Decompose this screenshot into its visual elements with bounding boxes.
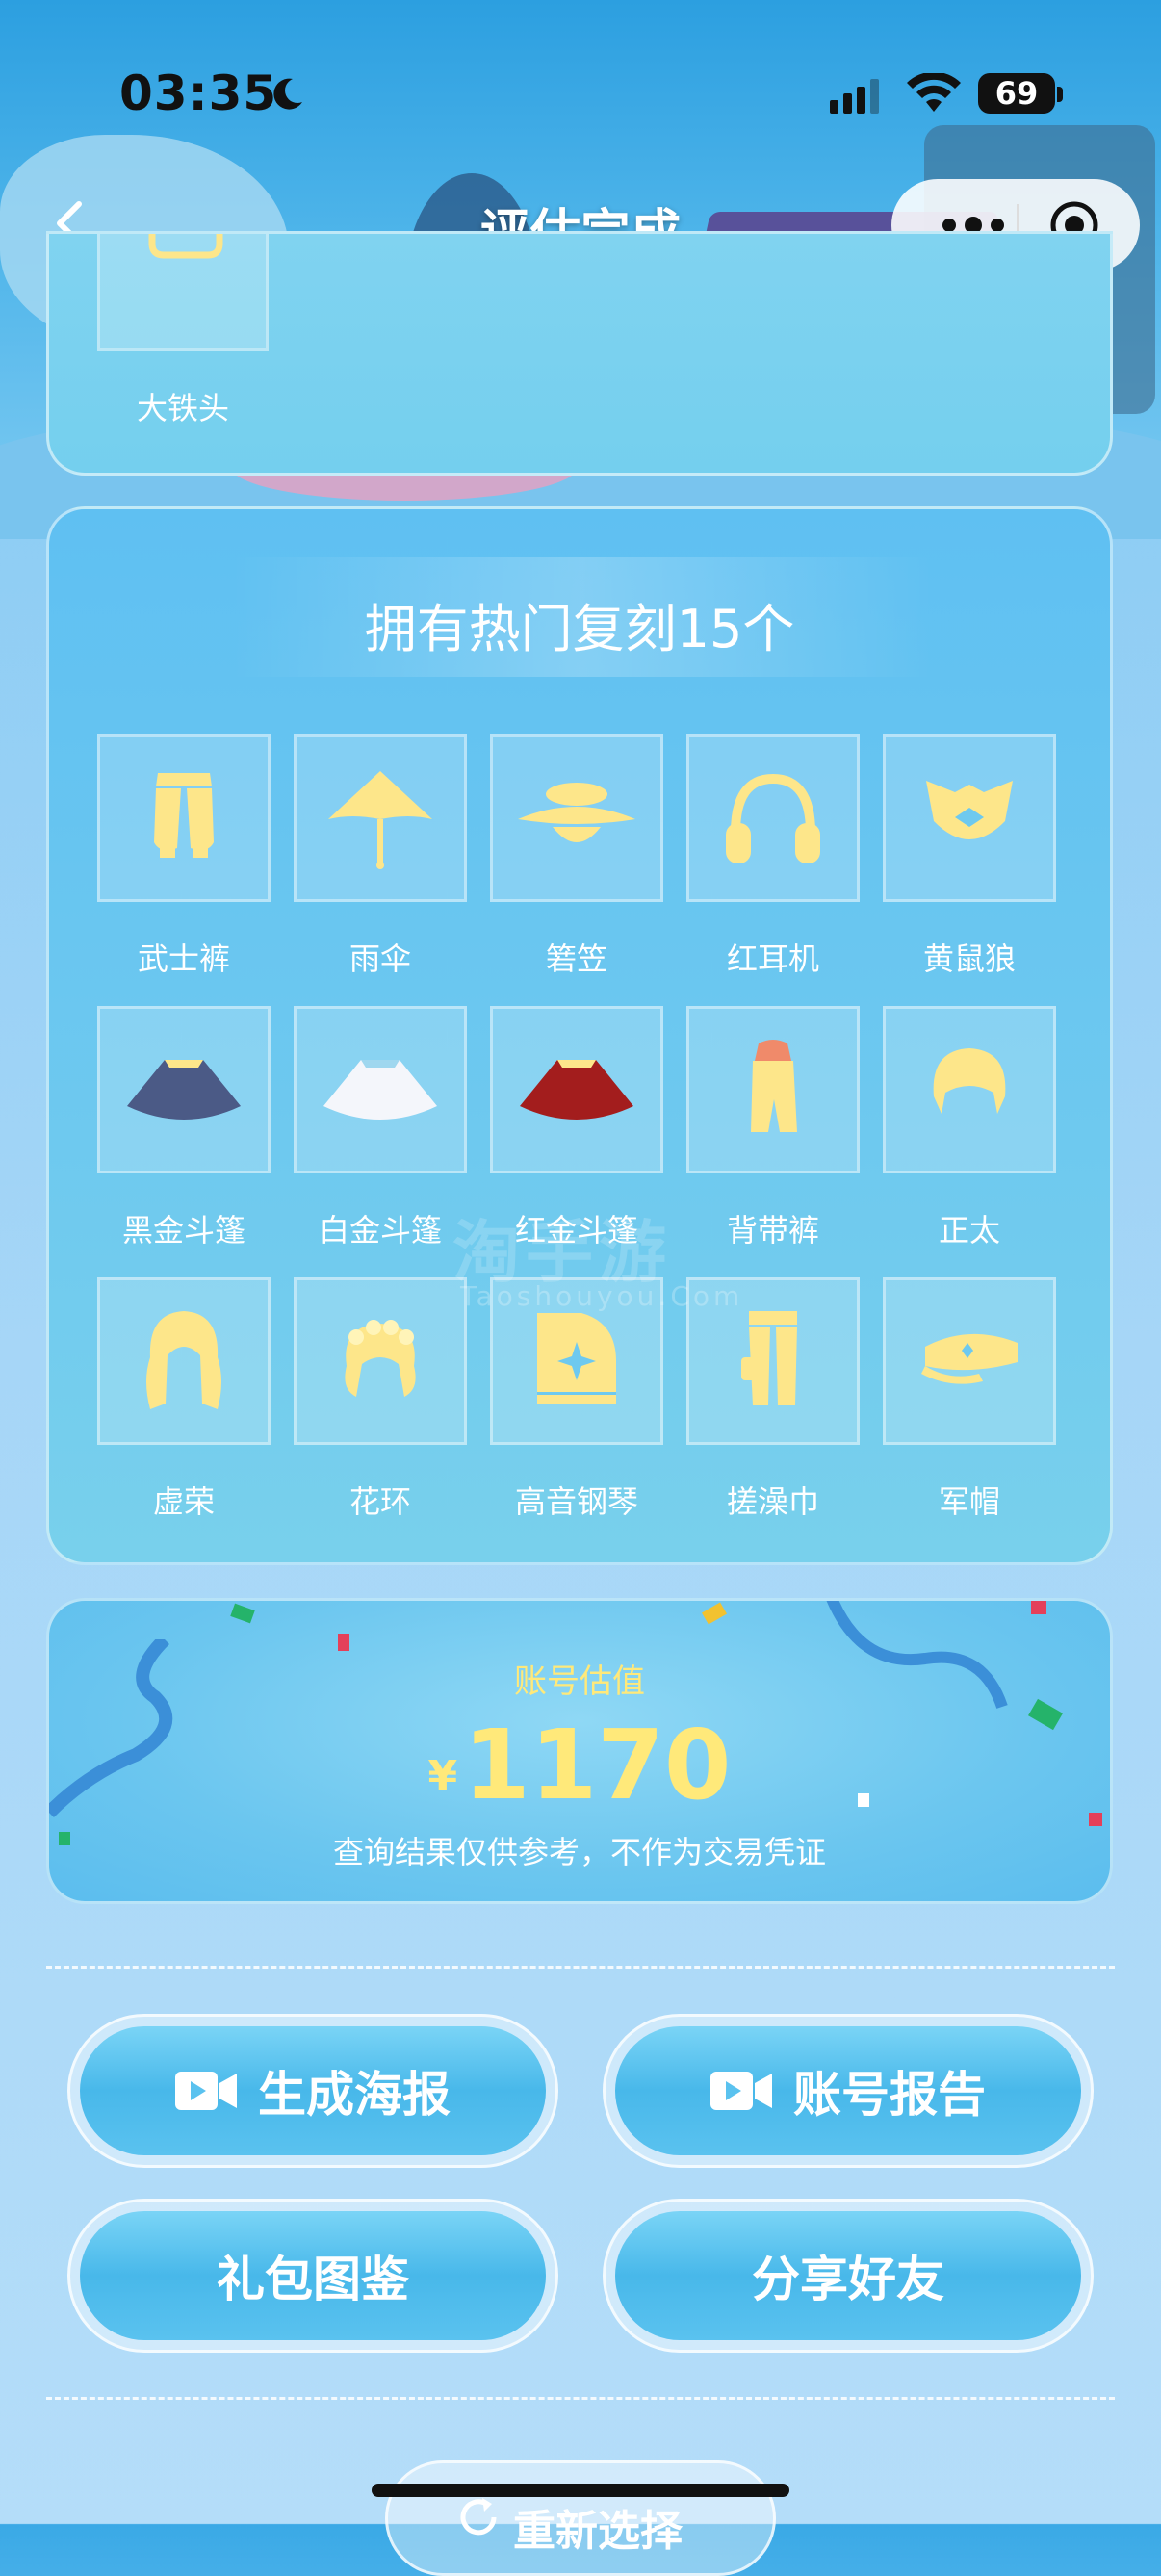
item-cell[interactable]: 黑金斗篷 [97,1006,271,1249]
piano-icon [537,1313,616,1404]
item-cell[interactable]: 雨伞 [294,734,467,977]
umbrella-icon [328,771,432,869]
headphones-icon [726,773,820,863]
divider [46,1966,1115,1969]
bamboo-hat-icon [518,783,635,842]
refresh-icon [460,2498,497,2536]
item-label: 虚荣 [152,1483,215,1520]
item-cell[interactable]: 红金斗篷 [490,1006,663,1249]
video-camera-icon [710,2072,772,2110]
status-bar: 03:35 69 [0,58,1161,135]
flower-wreath-hair-icon [345,1320,416,1397]
item-label: 正太 [938,1212,1000,1249]
item-cell[interactable]: 军帽 [883,1277,1056,1520]
item-cell[interactable]: 红耳机 [686,734,860,977]
overalls-icon [751,1040,797,1132]
weasel-mask-icon [926,781,1013,839]
share-friends-label: 分享好友 [752,2252,944,2307]
video-camera-icon [175,2072,237,2110]
red-gold-cape-icon [520,1060,633,1120]
divider [46,2397,1115,2400]
currency-symbol: ¥ [427,1752,458,1801]
share-friends-button[interactable]: 分享好友 [603,2199,1094,2353]
reselect-label: 重新选择 [513,2507,683,2556]
home-indicator [372,2484,789,2497]
item-label: 黑金斗篷 [121,1212,245,1249]
popular-items-heading: 拥有热门复刻15个 [364,599,795,659]
samurai-pants-icon [154,773,214,858]
item-label: 高音钢琴 [514,1483,638,1520]
battery-indicator: 69 [978,73,1055,114]
valuation-amount: 1170 [463,1709,732,1821]
valuation-price: ¥1170 [49,1709,1110,1821]
white-gold-cape-icon [323,1060,437,1120]
reselect-button[interactable]: 重新选择 [385,2460,776,2576]
item-cell[interactable]: 花环 [294,1277,467,1520]
moon-icon [273,78,302,110]
item-cell[interactable]: 黄鼠狼 [883,734,1056,977]
valuation-disclaimer: 查询结果仅供参考，不作为交易凭证 [332,1834,826,1870]
item-label: 背带裤 [726,1212,819,1249]
item-cell[interactable]: 虚荣 [97,1277,271,1520]
item-label: 箬笠 [545,940,607,977]
item-cell[interactable]: 背带裤 [686,1006,860,1249]
watermark-sub: Taoshouyou.Com [460,1280,744,1312]
status-time: 03:35 [119,65,278,121]
long-wavy-hair-icon [146,1311,221,1409]
item-cell[interactable]: 箬笠 [490,734,663,977]
item-label: 红耳机 [726,940,819,977]
popular-items-card: 拥有热门复刻15个 武士裤 雨伞 箬笠 红耳机 黄鼠狼 黑金斗篷 白金斗篷 红金… [46,506,1113,1565]
account-report-button[interactable]: 账号报告 [603,2014,1094,2168]
cellular-signal-icon [830,79,879,114]
account-report-label: 账号报告 [793,2067,986,2123]
previous-items-card: 大铁头 [46,231,1113,476]
item-tile[interactable] [97,234,269,351]
generate-poster-button[interactable]: 生成海报 [67,2014,558,2168]
short-hair-icon [933,1048,1006,1114]
gift-catalog-label: 礼包图鉴 [217,2252,409,2307]
iron-head-icon [148,234,223,259]
item-label: 花环 [348,1483,411,1520]
item-cell[interactable]: 武士裤 [97,734,271,977]
gift-catalog-button[interactable]: 礼包图鉴 [67,2199,558,2353]
item-cell[interactable]: 白金斗篷 [294,1006,467,1249]
item-label: 武士裤 [137,940,230,977]
black-gold-cape-icon [127,1060,241,1120]
valuation-card: 账号估值 ¥1170 查询结果仅供参考，不作为交易凭证 [46,1598,1113,1904]
wifi-icon [907,73,961,112]
generate-poster-label: 生成海报 [258,2067,451,2123]
item-label: 黄鼠狼 [922,940,1016,977]
valuation-label: 账号估值 [514,1662,645,1701]
item-label: 搓澡巾 [726,1483,819,1520]
bath-towel-pants-icon [741,1311,797,1405]
military-cap-icon [921,1333,1018,1384]
item-label: 军帽 [938,1483,1000,1520]
item-label: 大铁头 [136,390,229,426]
item-label: 雨伞 [348,940,411,977]
item-cell[interactable]: 正太 [883,1006,1056,1249]
